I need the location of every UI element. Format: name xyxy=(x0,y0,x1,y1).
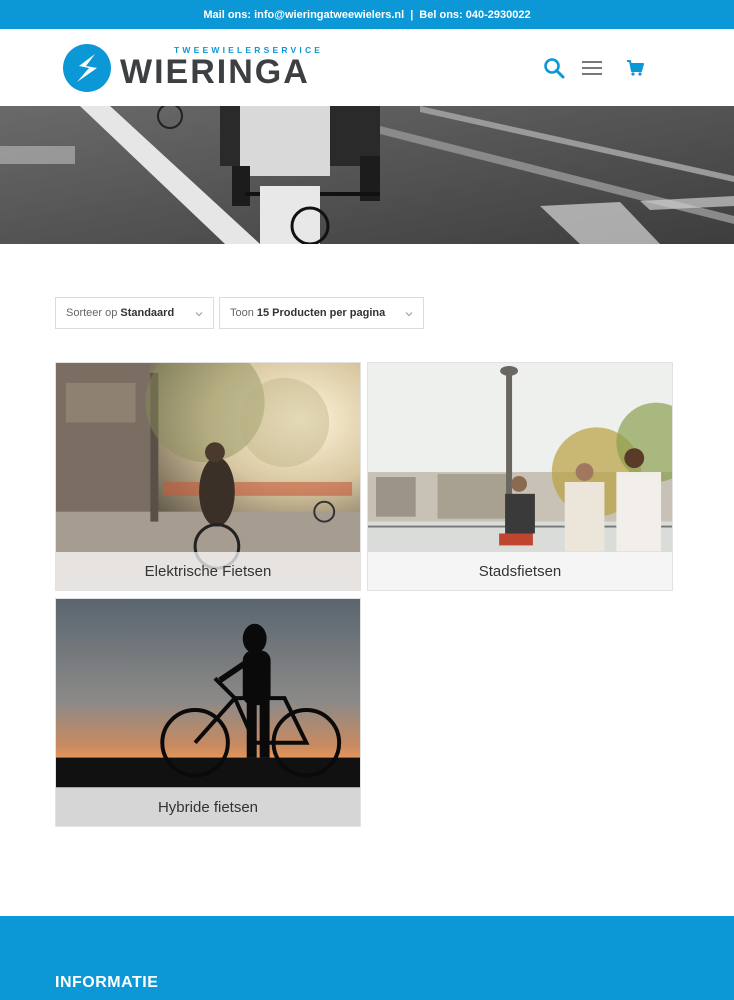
chevron-down-icon xyxy=(195,312,203,317)
category-card-elektrische-fietsen[interactable]: Elektrische Fietsen xyxy=(55,362,361,591)
category-title: Stadsfietsen xyxy=(368,552,672,590)
per-page-prefix: Toon xyxy=(230,307,254,319)
sort-order-select[interactable]: Sorteer op Standaard xyxy=(55,297,214,329)
hero-banner xyxy=(0,106,734,244)
chevron-down-icon xyxy=(405,312,413,317)
category-title: Hybride fietsen xyxy=(56,788,360,826)
per-page-value: 15 Producten per pagina xyxy=(256,307,386,319)
contact-bar: Mail ons: info@wieringatweewielers.nl | … xyxy=(0,0,734,29)
logo-mark-icon xyxy=(63,44,111,92)
hero-cyclist-photo xyxy=(0,106,734,244)
site-logo[interactable]: TWEEWIELERSERVICE WIERINGA xyxy=(62,43,320,95)
contact-separator: | xyxy=(410,8,414,21)
site-header: TWEEWIELERSERVICE WIERINGA xyxy=(0,29,734,106)
category-title: Elektrische Fietsen xyxy=(56,552,360,590)
category-card-stadsfietsen[interactable]: Stadsfietsen xyxy=(367,362,673,591)
category-card-hybride-fietsen[interactable]: Hybride fietsen xyxy=(55,598,361,827)
search-icon[interactable] xyxy=(543,57,565,79)
phone-contact[interactable]: Bel ons: 040-2930022 xyxy=(419,9,530,21)
footer-heading: INFORMATIE xyxy=(55,974,159,991)
sort-order-prefix: Sorteer op xyxy=(66,307,118,319)
products-per-page-select[interactable]: Toon 15 Producten per pagina xyxy=(219,297,424,329)
menu-icon[interactable] xyxy=(581,57,603,79)
cart-icon[interactable] xyxy=(626,59,644,77)
logo-brand: WIERINGA xyxy=(120,53,310,91)
mail-contact[interactable]: Mail ons: info@wieringatweewielers.nl xyxy=(203,9,404,21)
site-footer: INFORMATIE xyxy=(0,916,734,1000)
sort-order-value: Standaard xyxy=(120,307,175,319)
